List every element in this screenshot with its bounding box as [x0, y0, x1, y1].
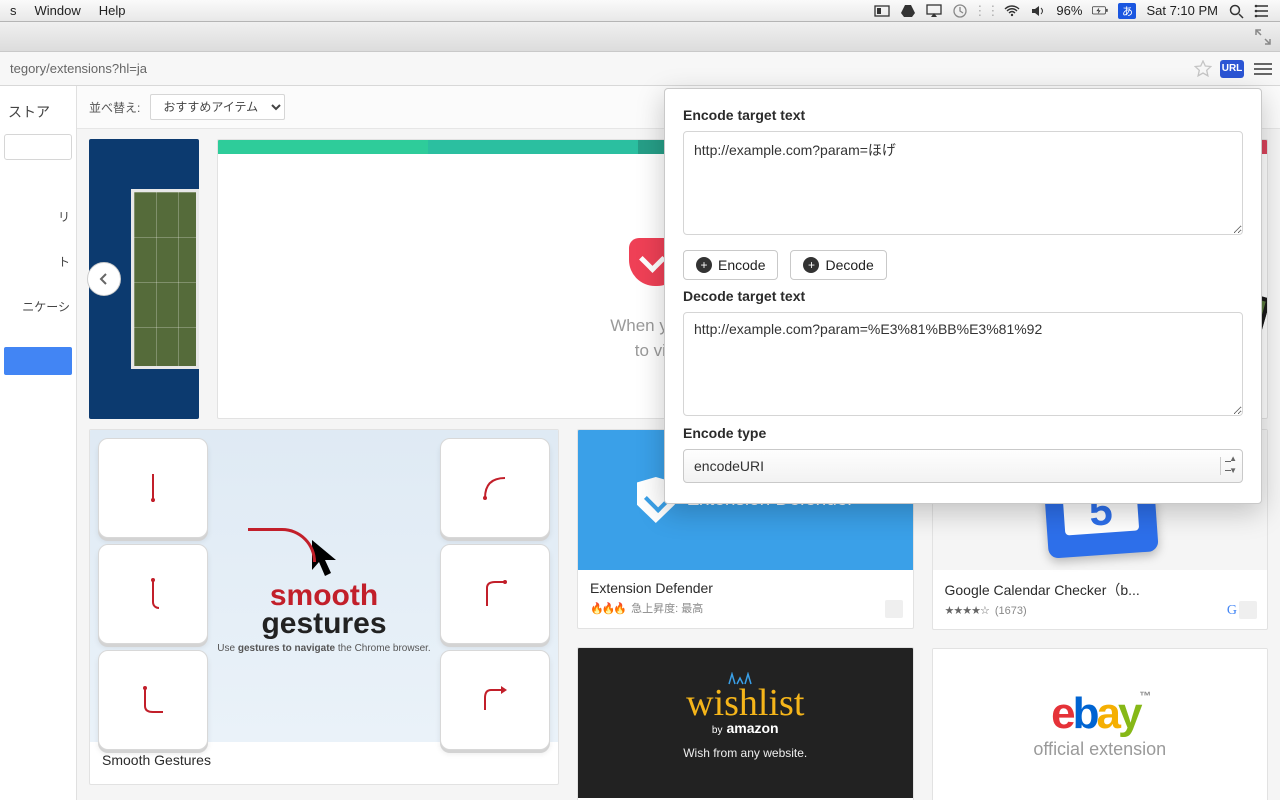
- smooth-text: smooth: [270, 582, 378, 609]
- sidebar-item[interactable]: [0, 166, 76, 194]
- puzzle-icon: [885, 600, 903, 618]
- clock[interactable]: Sat 7:10 PM: [1146, 3, 1218, 18]
- rating-count: (1673): [995, 605, 1027, 617]
- volume-icon[interactable]: [1030, 3, 1046, 19]
- menu-item-help[interactable]: Help: [99, 3, 126, 18]
- ebay-logo: ebay™: [1051, 689, 1148, 739]
- by-text: by: [712, 725, 723, 736]
- sidebar-primary-button[interactable]: [4, 347, 72, 375]
- encode-button[interactable]: + Encode: [683, 250, 778, 280]
- sparkle-icon: [725, 672, 765, 686]
- sidebar-search-input[interactable]: [4, 134, 72, 160]
- card-amazon-wishlist[interactable]: wishlist by amazon Wish from any website…: [577, 647, 914, 800]
- encode-type-select[interactable]: encodeURI: [683, 449, 1243, 483]
- plus-icon: +: [696, 257, 712, 273]
- bluetooth-icon[interactable]: ⋮⋮: [978, 3, 994, 19]
- spotlight-icon[interactable]: [1228, 3, 1244, 19]
- sidebar-item[interactable]: ト: [0, 239, 76, 284]
- chrome-menu-icon[interactable]: [1254, 63, 1272, 75]
- battery-icon[interactable]: [1092, 3, 1108, 19]
- trending-icon: 🔥🔥🔥: [590, 602, 625, 615]
- sidebar-item[interactable]: ニケーシ: [0, 284, 76, 329]
- star-rating-icon: ★★★★☆: [945, 604, 989, 617]
- card-title: Google Calendar Checker（b...: [945, 580, 1256, 600]
- sort-select[interactable]: おすすめアイテム: [150, 94, 285, 120]
- card-smooth-gestures[interactable]: smooth gestures Use gestures to navigate…: [89, 429, 559, 785]
- battery-percent: 96%: [1056, 3, 1082, 18]
- puzzle-icon: [1239, 601, 1257, 619]
- url-text[interactable]: tegory/extensions?hl=ja: [6, 61, 147, 76]
- fullscreen-icon[interactable]: [1254, 28, 1272, 46]
- card-title: Smooth Gestures: [102, 752, 546, 768]
- decode-button[interactable]: + Decode: [790, 250, 886, 280]
- gesture-key-icon: [440, 438, 550, 538]
- card-image-sub: official extension: [1033, 739, 1166, 760]
- sidebar: ストア リ ト ニケーシ: [0, 86, 77, 800]
- encode-label: Encode target text: [683, 107, 1243, 123]
- smooth-tagline: Use gestures to navigate the Chrome brow…: [217, 643, 430, 654]
- gestures-text: gestures: [261, 609, 386, 639]
- gesture-key-icon: [440, 650, 550, 750]
- url-extension-icon[interactable]: URL: [1220, 60, 1244, 78]
- dock-icon[interactable]: [874, 3, 890, 19]
- airplay-icon[interactable]: [926, 3, 942, 19]
- address-bar: tegory/extensions?hl=ja URL: [0, 52, 1280, 86]
- decode-label: Decode target text: [683, 288, 1243, 304]
- mac-menubar: s Window Help ⋮⋮ 96% あ Sat 7:10 PM: [0, 0, 1280, 22]
- card-title: Extension Defender: [590, 580, 901, 596]
- menu-item-app[interactable]: s: [10, 3, 17, 18]
- gesture-key-icon: [440, 544, 550, 644]
- extension-popup: Encode target text + Encode + Decode Dec…: [664, 88, 1262, 504]
- hero-side-tile[interactable]: [89, 139, 199, 419]
- card-ebay[interactable]: ebay™ official extension eBay Extension …: [932, 648, 1269, 800]
- notification-center-icon[interactable]: [1254, 3, 1270, 19]
- cursor-icon: [302, 534, 346, 578]
- sidebar-item[interactable]: リ: [0, 194, 76, 239]
- sort-label: 並べ替え:: [89, 99, 140, 116]
- prev-button[interactable]: [87, 262, 121, 296]
- card-subtitle: 急上昇度: 最高: [631, 600, 703, 616]
- decode-textarea[interactable]: [683, 312, 1243, 416]
- bookmark-star-icon[interactable]: [1194, 60, 1212, 78]
- store-title: ストア: [0, 96, 76, 128]
- timemachine-icon[interactable]: [952, 3, 968, 19]
- card-image-sub: Wish from any website.: [683, 746, 807, 760]
- menu-item-window[interactable]: Window: [35, 3, 81, 18]
- gesture-key-icon: [98, 544, 208, 644]
- input-method-icon[interactable]: あ: [1118, 3, 1136, 19]
- wifi-icon[interactable]: [1004, 3, 1020, 19]
- gesture-key-icon: [98, 650, 208, 750]
- google-g-icon: G: [1227, 603, 1237, 619]
- hero-thumbnail: [131, 189, 199, 369]
- wishlist-logo: wishlist: [686, 686, 804, 720]
- window-chrome: [0, 22, 1280, 52]
- plus-icon: +: [803, 257, 819, 273]
- gdrive-icon[interactable]: [900, 3, 916, 19]
- encode-textarea[interactable]: [683, 131, 1243, 235]
- gesture-key-icon: [98, 438, 208, 538]
- encode-type-label: Encode type: [683, 425, 1243, 441]
